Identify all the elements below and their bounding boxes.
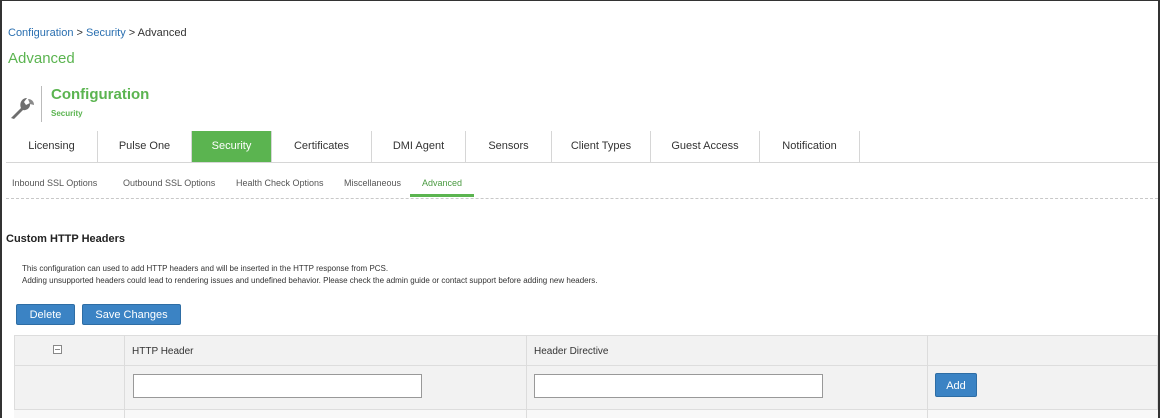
breadcrumb: Configuration > Security > Advanced — [8, 27, 187, 39]
tab-certificates[interactable]: Certificates — [272, 131, 372, 162]
description-line-2: Adding unsupported headers could lead to… — [22, 276, 598, 285]
breadcrumb-separator: > — [125, 27, 138, 39]
content-title: Custom HTTP Headers — [6, 233, 125, 245]
column-header-http-header: HTTP Header — [132, 346, 194, 357]
tab-licensing[interactable]: Licensing — [6, 131, 98, 162]
tab-dmi-agent[interactable]: DMI Agent — [372, 131, 466, 162]
breadcrumb-security-link[interactable]: Security — [86, 27, 126, 39]
http-header-input[interactable] — [133, 374, 422, 398]
delete-button[interactable]: Delete — [16, 304, 75, 325]
description-line-1: This configuration can used to add HTTP … — [22, 264, 389, 273]
column-header-header-directive: Header Directive — [534, 346, 609, 357]
section-divider — [41, 86, 42, 122]
table-row — [14, 410, 1158, 418]
tab-guest-access[interactable]: Guest Access — [651, 131, 760, 162]
subtab-miscellaneous[interactable]: Miscellaneous — [344, 178, 401, 188]
subtab-inbound-ssl-options[interactable]: Inbound SSL Options — [12, 178, 97, 188]
window-border-top — [0, 0, 1160, 1]
subtab-advanced[interactable]: Advanced — [422, 178, 462, 188]
page-title: Advanced — [8, 50, 75, 67]
column-divider — [927, 335, 928, 418]
section-subtitle: Security — [51, 109, 83, 118]
subtab-health-check-options[interactable]: Health Check Options — [236, 178, 324, 188]
tab-notification[interactable]: Notification — [760, 131, 860, 162]
tab-security[interactable]: Security — [192, 131, 272, 162]
breadcrumb-separator: > — [73, 27, 86, 39]
section-title: Configuration — [51, 86, 150, 103]
header-directive-input[interactable] — [534, 374, 823, 398]
add-button[interactable]: Add — [935, 373, 977, 397]
subtab-outbound-ssl-options[interactable]: Outbound SSL Options — [123, 178, 215, 188]
tab-client-types[interactable]: Client Types — [552, 131, 651, 162]
save-changes-button[interactable]: Save Changes — [82, 304, 181, 325]
breadcrumb-configuration-link[interactable]: Configuration — [8, 27, 73, 39]
breadcrumb-current: Advanced — [137, 27, 187, 39]
tab-pulse-one[interactable]: Pulse One — [98, 131, 192, 162]
column-divider — [526, 335, 527, 418]
active-subtab-indicator — [410, 194, 474, 197]
select-all-checkbox-icon[interactable] — [53, 345, 62, 354]
main-tabs: Licensing Pulse One Security Certificate… — [6, 131, 1158, 163]
headers-table: HTTP Header Header Directive Add — [14, 335, 1158, 418]
tab-sensors[interactable]: Sensors — [466, 131, 552, 162]
window-border-left — [0, 0, 2, 418]
wrench-icon — [11, 98, 34, 119]
table-row: Add — [14, 366, 1158, 410]
column-divider — [124, 335, 125, 418]
table-header-row: HTTP Header Header Directive — [14, 335, 1158, 366]
sub-tabs: Inbound SSL Options Outbound SSL Options… — [6, 172, 1158, 199]
